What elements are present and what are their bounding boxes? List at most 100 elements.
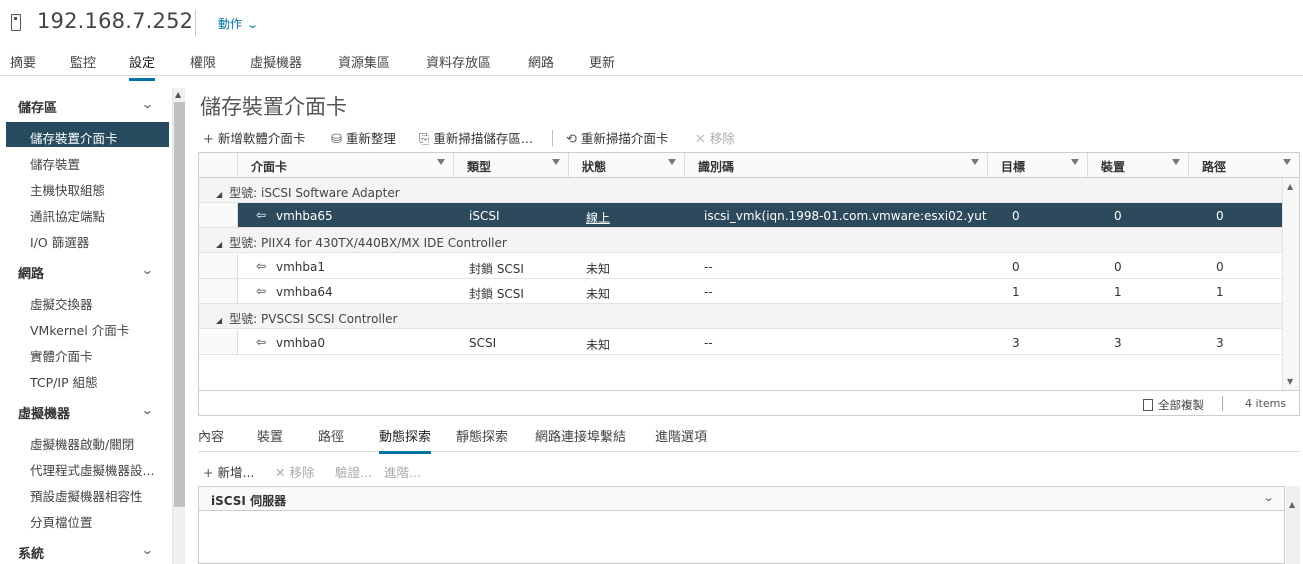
filter-icon[interactable] [668,159,676,165]
rescan-adapter-button[interactable]: ⟲ 重新掃描介面卡 [566,128,668,147]
actions-label[interactable]: 動作 [218,17,242,31]
tab-vms[interactable]: 虛擬機器 [250,52,302,78]
sidebar-item-vmkernel-adapters[interactable]: VMkernel 介面卡 [30,320,129,339]
footer-divider [1222,396,1223,411]
advanced-button[interactable]: 進階... [384,462,421,481]
table-row[interactable]: ⇦ vmhba65 iSCSI 線上 iscsi_vmk(iqn.1998-01… [199,203,1282,228]
sidebar-group-networking[interactable]: 網路 [18,263,44,282]
sidebar-scrollbar[interactable]: ▲ [172,88,185,564]
actions-menu[interactable]: 動作 ⌄ [218,15,259,32]
collapse-triangle-icon[interactable]: ◢ [216,190,222,199]
row-select-cell[interactable] [199,203,238,227]
sidebar-item-tcpip[interactable]: TCP/IP 組態 [30,372,98,391]
tab-paths[interactable]: 路徑 [318,426,344,451]
sidebar-item-default-compat[interactable]: 預設虛擬機器相容性 [30,486,143,505]
remove-label: 移除 [289,465,315,480]
collapse-triangle-icon[interactable]: ◢ [216,240,222,249]
column-adapter[interactable]: 介面卡 [237,153,453,177]
add-label: 新增... [217,465,255,480]
column-identifier[interactable]: 識別碼 [684,153,987,177]
tab-summary[interactable]: 摘要 [10,52,36,78]
chevron-down-icon[interactable]: ⌄ [141,403,159,417]
sidebar-group-system[interactable]: 系統 [18,543,44,562]
collapse-triangle-icon[interactable]: ◢ [216,316,222,325]
row-select-cell[interactable] [199,330,238,354]
sidebar-item-host-cache[interactable]: 主機快取組態 [30,180,105,199]
sidebar-group-vms[interactable]: 虛擬機器 [18,403,70,422]
sidebar-item-swap-location[interactable]: 分頁檔位置 [30,512,93,531]
filter-icon[interactable] [552,159,560,165]
sidebar-item-protocol-endpoints[interactable]: 通訊協定端點 [30,206,105,225]
tab-permissions[interactable]: 權限 [190,52,216,78]
sidebar-item-io-filters[interactable]: I/O 篩選器 [30,232,89,251]
remove-server-button[interactable]: ✕ 移除 [275,462,315,481]
sidebar-item-virtual-switches[interactable]: 虛擬交換器 [30,294,93,313]
sidebar-item-storage-adapters[interactable]: 儲存裝置介面卡 [30,128,118,147]
panel-header[interactable]: iSCSI 伺服器 ⌄ [199,487,1284,511]
tab-network-port-binding[interactable]: 網路連接埠繫結 [535,426,626,451]
column-targets[interactable]: 目標 [987,153,1087,177]
table-row[interactable]: ⇦ vmhba1 封鎖 SCSI 未知 -- 0 0 0 [199,254,1282,279]
cell-devices: 3 [1114,336,1122,350]
scrollbar-thumb[interactable] [174,102,185,507]
cell-status: 未知 [586,262,611,276]
tab-monitor[interactable]: 監控 [70,52,96,78]
sidebar-item-vm-startup[interactable]: 虛擬機器啟動/關閉 [30,434,134,453]
tab-resource-pools[interactable]: 資源集區 [338,52,390,78]
panel-scrollbar[interactable]: ▲ [1286,486,1300,564]
filter-icon[interactable] [1071,159,1079,165]
rescan-storage-label: 重新掃描儲存區... [433,131,533,146]
group-row[interactable]: ◢ 型號: PVSCSI SCSI Controller [199,304,1282,329]
sidebar-group-storage[interactable]: 儲存區 [18,97,57,116]
cell-targets: 1 [1012,285,1020,299]
table-row[interactable]: ⇦ vmhba0 SCSI 未知 -- 3 3 3 [199,330,1282,355]
filter-icon[interactable] [1172,159,1180,165]
sidebar-item-agent-vm[interactable]: 代理程式虛擬機器設... [30,460,154,479]
filter-icon[interactable] [971,159,979,165]
tab-datastores[interactable]: 資料存放區 [426,52,491,78]
column-type[interactable]: 類型 [453,153,568,177]
row-select-cell[interactable] [199,254,238,278]
cell-status: 未知 [586,338,611,352]
add-software-adapter-button[interactable]: + 新增軟體介面卡 [203,128,305,147]
filter-icon[interactable] [437,159,445,165]
cell-type: SCSI [469,336,497,350]
scroll-up-icon[interactable]: ▲ [1289,500,1295,509]
tab-configure[interactable]: 設定 [129,52,156,81]
grid-header: 介面卡 類型 狀態 識別碼 目標 裝置 路徑 [199,153,1299,178]
sidebar-item-physical-adapters[interactable]: 實體介面卡 [30,346,93,365]
main-tabs: 摘要 監控 設定 權限 虛擬機器 資源集區 資料存放區 網路 更新 [0,46,1303,81]
chevron-down-icon[interactable]: ⌄ [141,263,159,277]
column-paths[interactable]: 路徑 [1188,153,1299,177]
scroll-up-icon[interactable]: ▲ [175,90,181,99]
tab-devices[interactable]: 裝置 [257,426,283,451]
tab-dynamic-discovery[interactable]: 動態探索 [379,426,432,454]
chevron-down-icon[interactable]: ⌄ [1262,491,1274,504]
scroll-up-icon[interactable]: ▲ [1287,182,1293,191]
tab-static-discovery[interactable]: 靜態探索 [456,426,508,451]
chevron-down-icon[interactable]: ⌄ [141,543,159,557]
filter-icon[interactable] [1283,159,1291,165]
remove-button[interactable]: ✕ 移除 [695,128,735,147]
row-select-cell[interactable] [199,279,238,303]
tab-advanced-options[interactable]: 進階選項 [655,426,707,451]
table-row[interactable]: ⇦ vmhba64 封鎖 SCSI 未知 -- 1 1 1 [199,279,1282,304]
scroll-down-icon[interactable]: ▼ [1287,377,1293,386]
sidebar-item-storage-devices[interactable]: 儲存裝置 [30,154,80,173]
header-divider [195,10,196,36]
refresh-button[interactable]: ⛁ 重新整理 [331,128,396,147]
tab-properties[interactable]: 內容 [198,426,224,451]
verify-button[interactable]: 驗證... [335,462,372,481]
column-devices[interactable]: 裝置 [1087,153,1188,177]
group-row[interactable]: ◢ 型號: iSCSI Software Adapter [199,178,1282,203]
chevron-down-icon[interactable]: ⌄ [141,97,159,111]
tab-updates[interactable]: 更新 [589,52,615,78]
group-row[interactable]: ◢ 型號: PIIX4 for 430TX/440BX/MX IDE Contro… [199,228,1282,253]
tab-networks[interactable]: 網路 [528,52,554,78]
add-server-button[interactable]: + 新增... [203,462,254,481]
chevron-down-icon[interactable]: ⌄ [246,18,259,31]
grid-scrollbar[interactable]: ▲ ▼ [1282,178,1299,390]
column-status[interactable]: 狀態 [568,153,684,177]
copy-all-button[interactable]: 全部複製 [1143,397,1204,413]
rescan-storage-button[interactable]: ⎘ 重新掃描儲存區... [419,128,533,147]
